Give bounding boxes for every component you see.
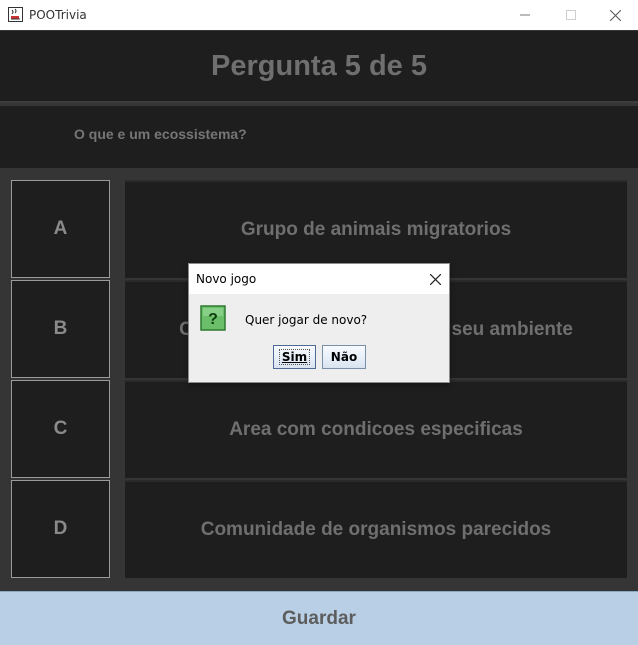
close-icon (429, 273, 441, 285)
dialog-titlebar[interactable]: Novo jogo (189, 264, 449, 294)
dialog-message: Quer jogar de novo? (245, 313, 368, 327)
window-title: POOTrivia (29, 8, 87, 22)
close-window-button[interactable] (592, 0, 638, 30)
question-counter: Pergunta 5 de 5 (211, 49, 427, 82)
dialog-close-button[interactable] (425, 269, 445, 289)
question-text: O que e um ecossistema? (74, 126, 247, 142)
no-button-label: Não (330, 350, 358, 364)
dialog-title: Novo jogo (196, 272, 257, 286)
option-c-answer[interactable]: Area com condicoes especificas (125, 380, 627, 478)
save-button-label: Guardar (282, 607, 356, 629)
minimize-button[interactable] (502, 0, 548, 30)
java-cup-icon (8, 7, 23, 22)
maximize-icon (566, 10, 576, 20)
yes-button[interactable]: Sim (273, 345, 316, 369)
svg-text:?: ? (208, 311, 218, 328)
yes-button-label: Sim (278, 349, 311, 365)
new-game-dialog: Novo jogo ? Quer jogar de novo? Sim Não (188, 263, 450, 383)
option-d-letter[interactable]: D (11, 480, 110, 578)
option-c-letter[interactable]: C (11, 380, 110, 478)
option-d-answer[interactable]: Comunidade de organismos parecidos (125, 480, 627, 578)
option-b-letter[interactable]: B (11, 280, 110, 378)
maximize-button[interactable] (548, 0, 594, 30)
option-a-letter[interactable]: A (11, 180, 110, 278)
no-button[interactable]: Não (322, 345, 366, 369)
close-icon (609, 9, 621, 21)
question-mark-icon: ? (200, 305, 226, 331)
save-button[interactable]: Guardar (0, 591, 638, 645)
question-counter-panel: Pergunta 5 de 5 (0, 31, 638, 103)
window-titlebar[interactable]: POOTrivia (0, 0, 638, 30)
minimize-icon (520, 14, 530, 16)
